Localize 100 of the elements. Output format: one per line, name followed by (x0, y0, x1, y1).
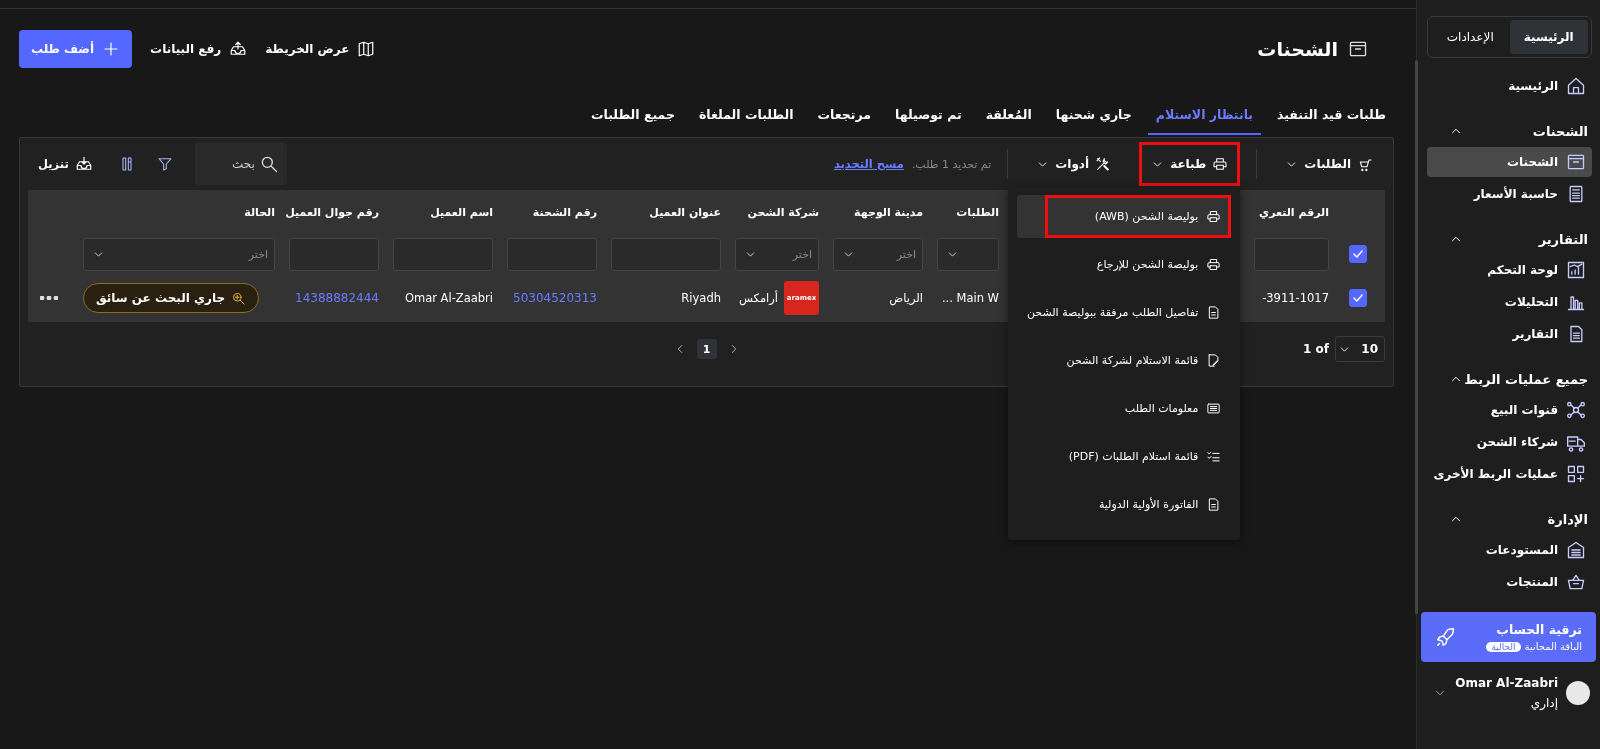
sidebar-item[interactable]: المنتجات (1427, 567, 1592, 597)
user-name: Omar Al-Zaabri (1455, 676, 1558, 690)
tab[interactable]: الطلبات الملغاة (690, 95, 802, 135)
table-link[interactable]: 14388882444 (295, 291, 379, 305)
document-icon (1206, 305, 1222, 320)
list-icon (1206, 401, 1222, 416)
upgrade-title: ترقية الحساب (1495, 622, 1582, 637)
menu-item[interactable]: بوليصة الشحن (AWB) (1017, 195, 1232, 238)
sidebar-item[interactable]: لوحة التحكم (1427, 255, 1592, 285)
toolbar-menu-button[interactable]: الطلبات (1273, 142, 1385, 186)
tab[interactable]: بانتظار الاستلام (1147, 95, 1262, 135)
action-button[interactable]: رفع البيانات (150, 40, 248, 58)
chart-icon (1566, 260, 1586, 280)
tab[interactable]: المُعلقة (977, 95, 1040, 135)
sidebar-item[interactable]: التقارير (1427, 319, 1592, 349)
search-icon (231, 290, 247, 306)
add-button[interactable]: أضف طلب (19, 30, 133, 68)
clear-selection-link[interactable]: مسح التحديد (833, 157, 904, 171)
toolbar-menu-button[interactable]: طباعة (1139, 142, 1241, 186)
selection-note: تم تحديد 1 طلب. (911, 157, 992, 171)
sidebar-item[interactable]: شركاء الشحن (1427, 427, 1592, 457)
filter-field[interactable] (611, 237, 721, 271)
filter-icon (156, 156, 173, 172)
more-icon[interactable] (39, 296, 58, 300)
toolbar-menu-button[interactable]: أدوات (1024, 142, 1124, 186)
home-icon (1566, 76, 1586, 96)
download-icon (74, 155, 93, 173)
map-icon (357, 40, 376, 58)
tab[interactable]: طلبات قيد التنفيذ (1269, 95, 1394, 135)
tab[interactable]: مرتجعات (809, 95, 880, 135)
table-cell: Omar Al-Zaabri (404, 291, 493, 305)
filter-field[interactable] (507, 237, 597, 271)
column-header: الرقم التعري (1259, 205, 1329, 219)
column-header: اسم العميل (430, 205, 493, 219)
sidebar-item[interactable]: الرئيسية (1427, 71, 1592, 101)
sidebar-item[interactable]: المستودعات (1427, 535, 1592, 565)
section-header[interactable]: جميع عمليات الربط (1427, 364, 1592, 394)
scrollbar[interactable] (1415, 60, 1418, 614)
menu-item[interactable]: الفاتورة الأولية الدولية (1017, 483, 1232, 526)
plan-badge: الحالية (1486, 641, 1521, 652)
menu-item[interactable]: قائمة الاستلام لشركة الشحن (1017, 339, 1232, 382)
checklist-icon (1206, 449, 1222, 464)
box-icon (1348, 39, 1368, 59)
document-icon (1206, 497, 1222, 512)
column-header: الحالة (244, 205, 275, 219)
filter-dropdown[interactable] (937, 237, 999, 271)
section-header[interactable]: الشحنات (1427, 116, 1592, 146)
sidebar-item[interactable]: الشحنات (1427, 147, 1592, 177)
action-button[interactable]: عرض الخريطة (265, 40, 376, 58)
column-header: رقم الشحنة (532, 205, 597, 219)
download-button[interactable]: تنزيل (34, 155, 97, 173)
checkbox[interactable] (1349, 289, 1367, 307)
user-role: إداري (1529, 696, 1558, 710)
column-header: عنوان العميل (649, 205, 721, 219)
table-cell: أرامكس (738, 291, 778, 305)
warehouse-icon (1566, 540, 1586, 560)
sidebar-item[interactable]: عمليات الربط الأخرى (1427, 459, 1592, 489)
rocket-icon (1435, 626, 1457, 648)
page-button[interactable]: 1 (696, 339, 717, 359)
plan-name: الباقة المجانية (1524, 641, 1582, 652)
page-count: 1 of (1303, 342, 1329, 356)
printer-icon (1206, 209, 1222, 224)
filter-field[interactable] (289, 237, 379, 271)
switch-tab[interactable]: الرئيسية (1509, 20, 1588, 54)
table-cell: -3911-1017 (1262, 291, 1329, 305)
checkbox[interactable] (1349, 245, 1367, 263)
printer-icon (1212, 156, 1229, 172)
tab[interactable]: جاري شحنها (1047, 95, 1140, 135)
sidebar-item[interactable]: قنوات البيع (1427, 395, 1592, 425)
filter-dropdown[interactable]: اختر (735, 237, 819, 271)
switch-tab[interactable]: الإعدادات (1431, 20, 1510, 54)
tab[interactable]: تم توصيلها (887, 95, 970, 135)
tab[interactable]: جميع الطلبات (582, 95, 683, 135)
page-size-dropdown[interactable]: 10 (1335, 336, 1385, 362)
cart-icon (1357, 156, 1373, 172)
filter-field[interactable] (393, 237, 493, 271)
filter-field[interactable] (1254, 237, 1329, 271)
menu-item[interactable]: تفاصيل الطلب مرفقة ببوليصة الشحن (1017, 291, 1232, 334)
document-edit-icon (1206, 353, 1222, 368)
menu-item[interactable]: بوليصة الشحن للإرجاع (1017, 243, 1232, 286)
section-header[interactable]: الإدارة (1427, 504, 1592, 534)
table-link[interactable]: 50304520313 (513, 291, 597, 305)
column-header: رقم جوال العميل (285, 205, 379, 219)
grid-icon (1566, 464, 1586, 484)
table-cell: الرياض (889, 291, 923, 305)
table-cell: Main W ... (941, 291, 999, 305)
sidebar-item[interactable]: حاسبة الأسعار (1427, 179, 1592, 209)
tools-icon (1095, 156, 1112, 172)
upgrade-card[interactable]: ترقية الحساب الباقة المجانية الحالية (1421, 612, 1596, 662)
menu-item[interactable]: قائمة استلام الطلبات (PDF) (1017, 435, 1232, 478)
filter-dropdown[interactable]: اختر (83, 237, 275, 271)
network-icon (1566, 400, 1586, 420)
status-badge: جاري البحث عن سائق (83, 283, 260, 313)
section-header[interactable]: التقارير (1427, 224, 1592, 254)
search-field[interactable]: بحث (194, 143, 287, 185)
filter-dropdown[interactable]: اختر (833, 237, 923, 271)
sidebar-item[interactable]: التحليلات (1427, 287, 1592, 317)
table-cell: Riyadh (681, 291, 721, 305)
menu-item[interactable]: معلومات الطلب (1017, 387, 1232, 430)
printer-icon (1206, 257, 1222, 272)
